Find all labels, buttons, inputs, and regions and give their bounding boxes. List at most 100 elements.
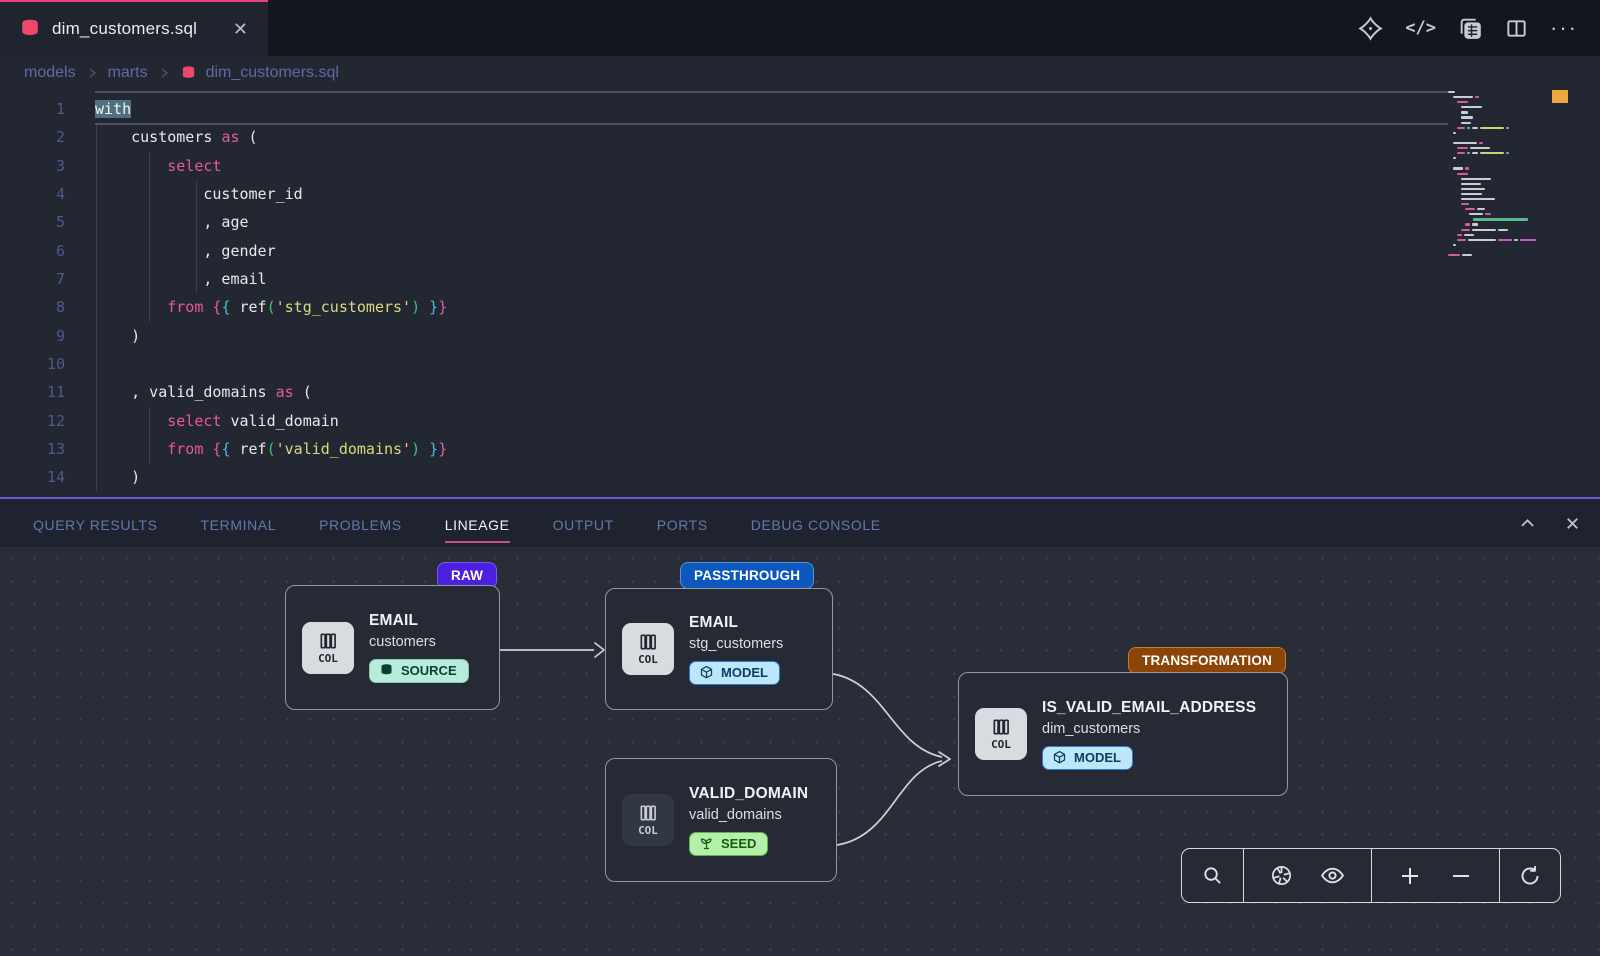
code-line: 1with (0, 95, 1600, 123)
panel-tab-ports[interactable]: PORTS (657, 503, 708, 543)
node-table-name: dim_customers (1042, 721, 1256, 737)
database-icon (180, 65, 197, 82)
node-table-name: stg_customers (689, 636, 783, 652)
code-line: 11 , valid_domains as ( (0, 378, 1600, 406)
model-pill: MODEL (689, 661, 780, 685)
code-editor[interactable]: 1with2 customers as (3 select4 customer_… (0, 90, 1600, 497)
lineage-canvas[interactable]: RAW COL EMAIL customers SOURCE PASSTHROU… (0, 547, 1600, 956)
code-lines: 1with2 customers as (3 select4 customer_… (0, 95, 1600, 497)
tab-dim-customers[interactable]: dim_customers.sql ✕ (0, 0, 268, 56)
line-number: 10 (0, 350, 65, 378)
panel-tab-lineage[interactable]: LINEAGE (445, 503, 510, 543)
code-line: 3 select (0, 152, 1600, 180)
cube-icon (1052, 750, 1067, 765)
zoom-out-icon[interactable] (1449, 864, 1473, 888)
line-number: 8 (0, 293, 65, 321)
code-icon[interactable]: </> (1405, 18, 1436, 38)
current-line-border-bottom (95, 123, 1448, 125)
close-panel-icon[interactable] (1563, 514, 1582, 533)
maximize-panel-icon[interactable] (1518, 514, 1537, 533)
panel-tab-debug-console[interactable]: DEBUG CONSOLE (751, 503, 881, 543)
code-line: 14 ) (0, 463, 1600, 491)
dbt-icon[interactable] (1358, 16, 1383, 41)
panel-actions (1518, 514, 1582, 533)
indent-guide (149, 152, 150, 322)
model-pill: MODEL (1042, 746, 1133, 770)
current-line-border-top (95, 91, 1448, 93)
breadcrumb-marts[interactable]: marts (108, 64, 148, 82)
seed-pill: SEED (689, 832, 768, 856)
lineage-node-customers-email[interactable]: COL EMAIL customers SOURCE (285, 585, 500, 710)
refresh-icon[interactable] (1518, 864, 1542, 888)
lineage-toolbar (1181, 848, 1561, 903)
duplicate-table-icon[interactable] (1458, 16, 1483, 41)
code-text: , valid_domains as ( (65, 378, 312, 406)
eye-icon[interactable] (1320, 863, 1345, 888)
code-line: 4 customer_id (0, 180, 1600, 208)
code-line: 13 from {{ ref('valid_domains') }} (0, 435, 1600, 463)
search-icon[interactable] (1201, 864, 1224, 887)
panel-tab-terminal[interactable]: TERMINAL (201, 503, 277, 543)
editor-tab-bar: dim_customers.sql ✕ </> ··· (0, 0, 1600, 56)
code-text: select (65, 152, 221, 180)
more-actions-icon[interactable]: ··· (1550, 15, 1578, 41)
indent-guide (149, 407, 150, 464)
column-icon: COL (302, 622, 354, 674)
column-icon: COL (622, 794, 674, 846)
source-pill: SOURCE (369, 659, 469, 683)
badge-transformation: TRANSFORMATION (1128, 647, 1286, 674)
code-text: customers as ( (65, 123, 258, 151)
aperture-icon[interactable] (1270, 864, 1293, 887)
code-text: , age (65, 208, 249, 236)
lineage-node-stg-customers-email[interactable]: COL EMAIL stg_customers MODEL (605, 588, 833, 710)
titlebar-actions: </> ··· (1358, 0, 1600, 56)
node-column-name: VALID_DOMAIN (689, 785, 808, 803)
chevron-right-icon (157, 66, 171, 80)
code-text: select valid_domain (65, 407, 339, 435)
minimap[interactable] (1448, 90, 1548, 258)
panel-tab-query-results[interactable]: QUERY RESULTS (33, 503, 158, 543)
code-text: from {{ ref('valid_domains') }} (65, 435, 447, 463)
line-number: 12 (0, 407, 65, 435)
tab-close-icon[interactable]: ✕ (229, 18, 252, 40)
line-number: 6 (0, 237, 65, 265)
line-number: 11 (0, 378, 65, 406)
sprout-icon (699, 836, 714, 851)
breadcrumb: models marts dim_customers.sql (0, 56, 1600, 90)
badge-passthrough: PASSTHROUGH (680, 562, 814, 589)
code-text: with (65, 95, 131, 123)
line-number: 3 (0, 152, 65, 180)
node-column-name: IS_VALID_EMAIL_ADDRESS (1042, 699, 1256, 717)
node-column-name: EMAIL (689, 614, 783, 632)
breadcrumb-file[interactable]: dim_customers.sql (180, 64, 339, 82)
code-text (65, 350, 95, 378)
zoom-in-icon[interactable] (1398, 864, 1422, 888)
indent-guide (196, 180, 197, 294)
split-editor-icon[interactable] (1505, 17, 1528, 40)
lineage-node-valid-domains[interactable]: COL VALID_DOMAIN valid_domains SEED (605, 758, 837, 882)
code-line: 7 , email (0, 265, 1600, 293)
code-line: 5 , age (0, 208, 1600, 236)
database-icon (379, 663, 394, 678)
line-number: 14 (0, 463, 65, 491)
breadcrumb-models[interactable]: models (24, 64, 76, 82)
line-number: 5 (0, 208, 65, 236)
tab-label: dim_customers.sql (52, 19, 217, 39)
scrollbar-marker (1552, 90, 1568, 103)
code-line: 12 select valid_domain (0, 407, 1600, 435)
line-number: 9 (0, 322, 65, 350)
column-icon: COL (622, 623, 674, 675)
panel-tab-problems[interactable]: PROBLEMS (319, 503, 402, 543)
line-number: 4 (0, 180, 65, 208)
cube-icon (699, 665, 714, 680)
node-table-name: valid_domains (689, 807, 808, 823)
panel-tabs: QUERY RESULTS TERMINAL PROBLEMS LINEAGE OUTP… (33, 503, 881, 543)
lineage-node-dim-customers[interactable]: COL IS_VALID_EMAIL_ADDRESS dim_customers… (958, 672, 1288, 796)
panel-tab-output[interactable]: OUTPUT (553, 503, 614, 543)
code-text: ) (65, 463, 140, 491)
code-line: 2 customers as ( (0, 123, 1600, 151)
minimap-line (1448, 253, 1548, 258)
code-line: 6 , gender (0, 237, 1600, 265)
code-line: 10 (0, 350, 1600, 378)
database-icon (20, 19, 40, 39)
